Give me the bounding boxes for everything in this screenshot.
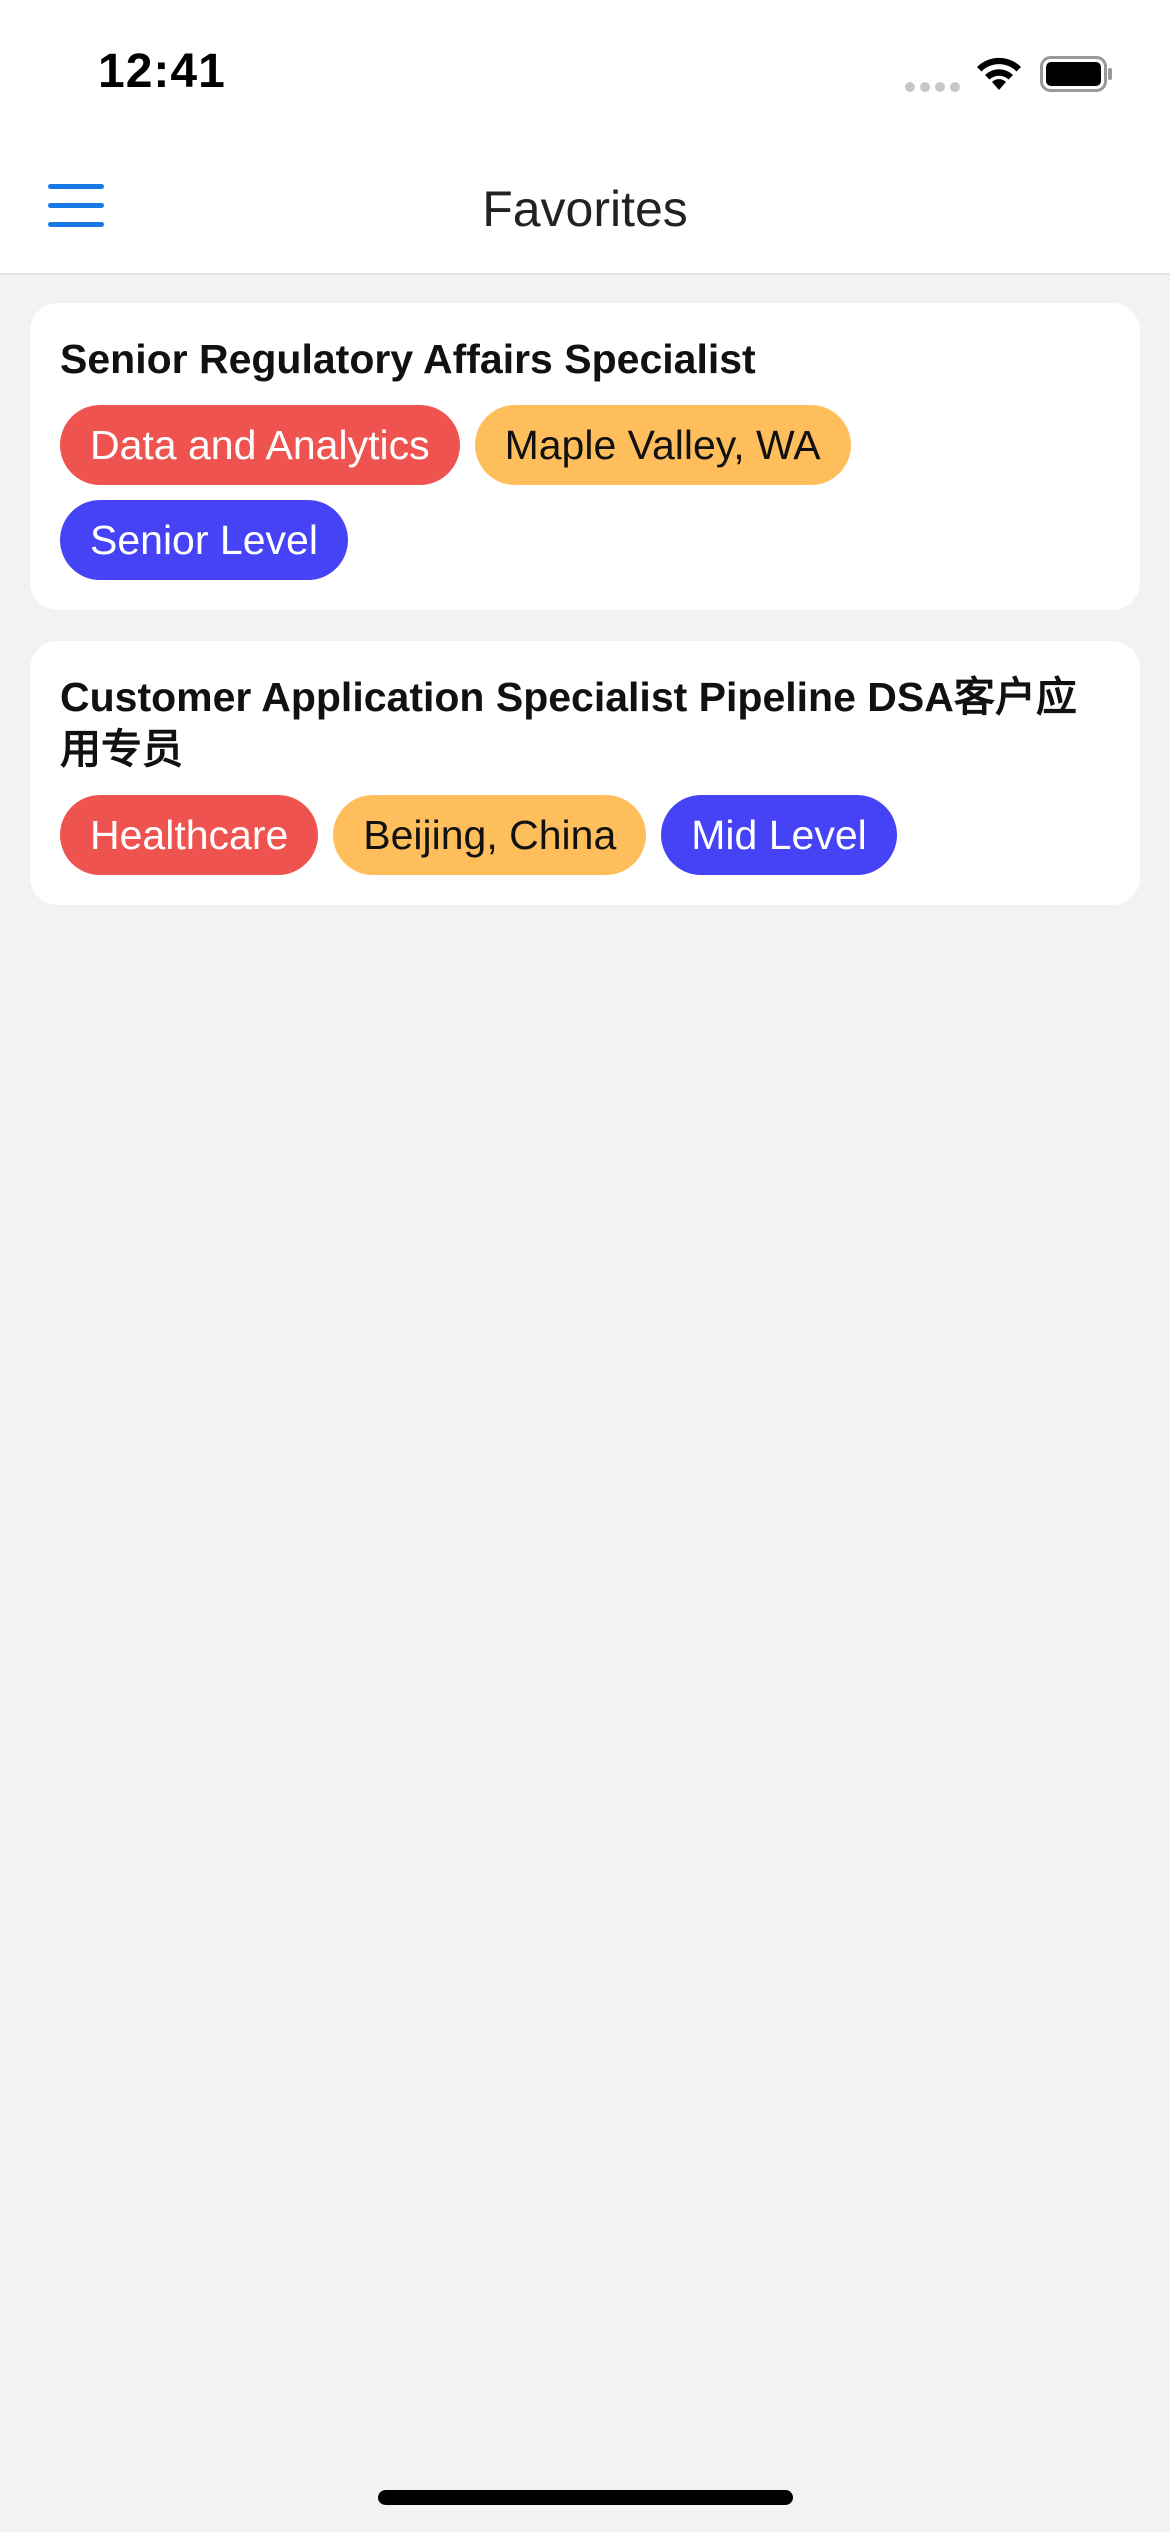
job-title: Senior Regulatory Affairs Specialist [60,336,756,382]
favorite-job-card[interactable]: Customer Application Specialist Pipeline… [30,641,1140,905]
location-tag: Beijing, China [333,795,647,875]
job-title: Customer Application Specialist Pipeline… [60,674,1077,772]
page-title: Favorites [482,181,688,237]
cellular-signal-icon [905,82,961,94]
job-tags: Data and Analytics Maple Valley, WA Seni… [60,405,1110,580]
level-tag: Mid Level [661,795,897,875]
favorites-list: Senior Regulatory Affairs Specialist Dat… [30,303,1140,936]
status-bar: 12:41 [0,0,1170,140]
level-tag: Senior Level [60,500,348,580]
navigation-bar: Favorites [0,140,1170,275]
job-tags: Healthcare Beijing, China Mid Level [60,795,1110,875]
favorite-job-card[interactable]: Senior Regulatory Affairs Specialist Dat… [30,303,1140,610]
status-time: 12:41 [98,45,226,98]
industry-tag: Data and Analytics [60,405,460,485]
home-indicator[interactable] [378,2490,793,2505]
wifi-icon [977,57,1021,90]
battery-icon [1040,56,1112,92]
location-tag: Maple Valley, WA [474,405,851,485]
industry-tag: Healthcare [60,795,319,875]
